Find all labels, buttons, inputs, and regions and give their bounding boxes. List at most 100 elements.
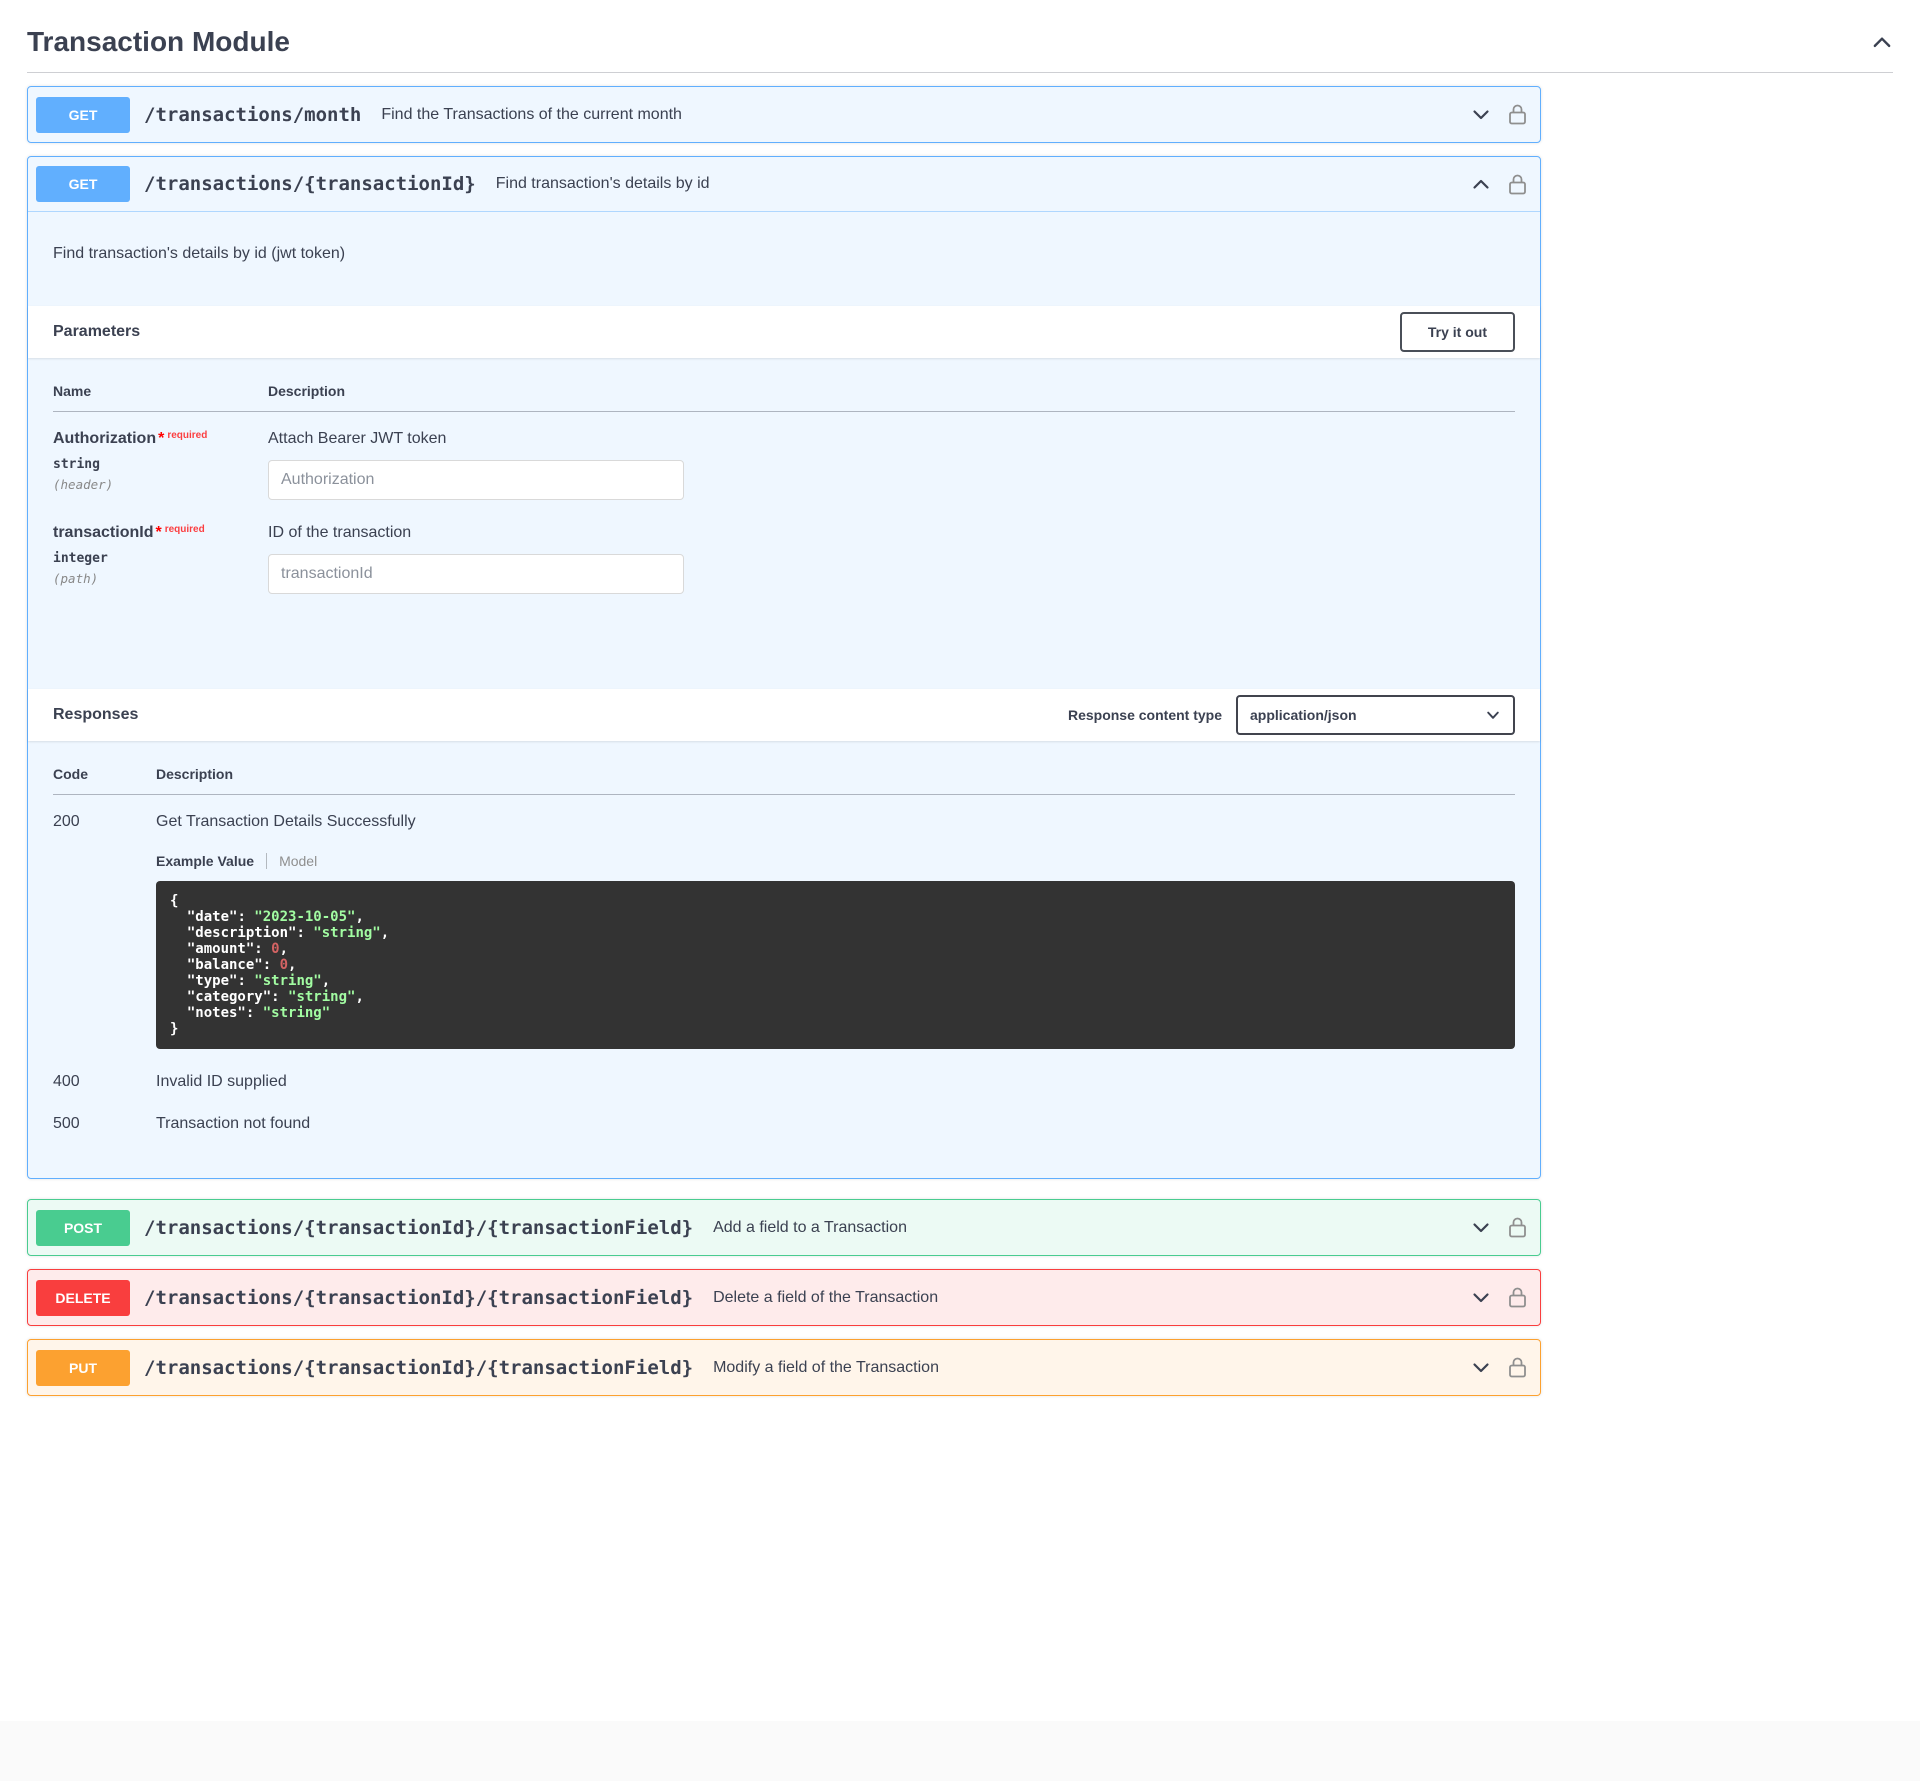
required-asterisk: * — [155, 524, 162, 541]
http-method-badge: DELETE — [36, 1279, 130, 1316]
http-method-badge: GET — [36, 166, 130, 202]
response-description: Get Transaction Details Successfully — [156, 813, 416, 830]
section-collapse-button[interactable] — [1871, 31, 1893, 53]
chevron-down-icon — [1473, 1222, 1489, 1232]
summary-controls — [1471, 1217, 1526, 1238]
page-background-footer — [0, 1721, 1920, 1781]
lock-icon — [1509, 104, 1526, 125]
try-it-out-button[interactable]: Try it out — [1399, 312, 1515, 352]
example-json-code: { "date": "2023-10-05", "description": "… — [156, 881, 1515, 1049]
opblock-get-transactions-month: GET /transactions/month Find the Transac… — [27, 86, 1541, 143]
endpoint-summary-text: Modify a field of the Transaction — [713, 1358, 939, 1376]
response-code: 200 — [53, 813, 80, 830]
required-label: required — [164, 524, 205, 535]
lock-icon — [1509, 1357, 1526, 1378]
endpoint-summary-text: Delete a field of the Transaction — [713, 1288, 939, 1306]
lock-icon — [1509, 174, 1526, 194]
response-code: 500 — [53, 1115, 80, 1132]
endpoint-summary-row[interactable]: GET /transactions/{transactionId} Find t… — [28, 157, 1540, 212]
summary-controls — [1471, 1357, 1526, 1378]
lock-icon — [1509, 1217, 1526, 1238]
parameter-row: transactionId * required integer (path) ID… — [53, 500, 1515, 594]
expand-operation-button[interactable] — [1471, 1358, 1491, 1378]
endpoint-path-link[interactable]: /transactions/{transactionId} — [144, 173, 476, 195]
summary-controls — [1471, 104, 1526, 125]
responses-title: Responses — [53, 706, 139, 723]
chevron-up-icon — [1873, 37, 1891, 48]
page-title: Transaction Module — [27, 26, 290, 57]
parameters-col-description: Description — [268, 383, 1515, 412]
transaction-id-input[interactable] — [268, 554, 684, 594]
http-method-badge: PUT — [36, 1349, 130, 1386]
required-asterisk: * — [158, 430, 165, 447]
opblock-delete-transaction-field: DELETE /transactions/{transactionId}/{tr… — [27, 1269, 1541, 1326]
tab-model[interactable]: Model — [266, 853, 317, 869]
opblock-put-transaction-field: PUT /transactions/{transactionId}/{trans… — [27, 1339, 1541, 1396]
opblock-get-transaction-by-id: GET /transactions/{transactionId} Find t… — [27, 156, 1541, 1179]
summary-controls — [1471, 174, 1526, 195]
authorization-input[interactable] — [268, 460, 684, 500]
chevron-up-icon — [1473, 179, 1489, 189]
response-row-200: 200 Get Transaction Details Successfully… — [53, 795, 1515, 1049]
parameter-row: Authorization * required string (header) A… — [53, 412, 1515, 500]
responses-col-description: Description — [156, 766, 1515, 795]
http-method-badge: GET — [36, 96, 130, 133]
response-code: 400 — [53, 1073, 80, 1090]
endpoint-path-link[interactable]: /transactions/{transactionId}/{transacti… — [144, 1217, 693, 1239]
chevron-down-icon — [1473, 1362, 1489, 1372]
collapse-operation-button[interactable] — [1471, 174, 1491, 194]
authorize-lock-button[interactable] — [1509, 104, 1526, 125]
endpoint-summary-row[interactable]: GET /transactions/month Find the Transac… — [28, 87, 1540, 142]
parameter-name: Authorization * required — [53, 430, 208, 447]
endpoint-summary-row[interactable]: POST /transactions/{transactionId}/{tran… — [28, 1200, 1540, 1255]
responses-col-code: Code — [53, 766, 156, 795]
required-label: required — [167, 430, 208, 441]
endpoint-summary-row[interactable]: DELETE /transactions/{transactionId}/{tr… — [28, 1270, 1540, 1325]
expand-operation-button[interactable] — [1471, 1288, 1491, 1308]
endpoint-path-link[interactable]: /transactions/month — [144, 104, 361, 126]
response-content-type-select[interactable]: application/json — [1236, 695, 1515, 735]
summary-controls — [1471, 1287, 1526, 1308]
response-description: Invalid ID supplied — [156, 1073, 287, 1090]
chevron-down-icon — [1487, 711, 1499, 719]
endpoint-path-link[interactable]: /transactions/{transactionId}/{transacti… — [144, 1357, 693, 1379]
chevron-down-icon — [1473, 109, 1489, 119]
parameters-title: Parameters — [53, 323, 141, 340]
parameters-col-name: Name — [53, 383, 268, 412]
parameters-section-header: Parameters Try it out — [28, 306, 1540, 358]
parameter-type: integer — [53, 551, 108, 566]
responses-table: Code Description 200 Get Transaction Det… — [28, 741, 1540, 1178]
response-content-type-label: Response content type — [1067, 707, 1222, 723]
endpoint-summary-row[interactable]: PUT /transactions/{transactionId}/{trans… — [28, 1340, 1540, 1395]
endpoint-summary-text: Find transaction's details by id — [495, 175, 710, 192]
parameter-location: (path) — [53, 571, 99, 586]
response-content-type: Response content type application/json — [1068, 695, 1515, 735]
expand-operation-button[interactable] — [1471, 1218, 1491, 1238]
opblock-post-transaction-field: POST /transactions/{transactionId}/{tran… — [27, 1199, 1541, 1256]
parameter-description: ID of the transaction — [268, 524, 412, 541]
authorize-lock-button[interactable] — [1509, 1357, 1526, 1378]
responses-section-header: Responses Response content type applicat… — [28, 689, 1540, 741]
parameter-description: Attach Bearer JWT token — [268, 430, 447, 447]
selected-content-type: application/json — [1250, 707, 1357, 723]
response-row-400: 400 Invalid ID supplied — [53, 1049, 1515, 1091]
authorize-lock-button[interactable] — [1509, 1287, 1526, 1308]
expand-operation-button[interactable] — [1471, 105, 1491, 125]
parameter-type: string — [53, 457, 100, 472]
chevron-down-icon — [1473, 1292, 1489, 1302]
endpoint-path-link[interactable]: /transactions/{transactionId}/{transacti… — [144, 1287, 693, 1309]
authorize-lock-button[interactable] — [1509, 174, 1526, 195]
lock-icon — [1509, 1287, 1526, 1308]
example-tabs: Example Value Model — [156, 853, 1515, 869]
operation-description: Find transaction's details by id (jwt to… — [53, 245, 346, 262]
api-docs-wrapper: Transaction Module GET /transactions/mon… — [0, 0, 1920, 1396]
endpoint-summary-text: Find the Transactions of the current mon… — [381, 105, 682, 123]
operation-body: Find transaction's details by id (jwt to… — [28, 212, 1540, 1178]
tag-section-header[interactable]: Transaction Module — [27, 20, 1893, 73]
response-row-500: 500 Transaction not found — [53, 1091, 1515, 1133]
parameters-table: Name Description Authorization * required … — [28, 358, 1540, 689]
parameter-location: (header) — [53, 477, 114, 492]
authorize-lock-button[interactable] — [1509, 1217, 1526, 1238]
response-description: Transaction not found — [156, 1115, 311, 1132]
tab-example-value[interactable]: Example Value — [156, 853, 266, 869]
